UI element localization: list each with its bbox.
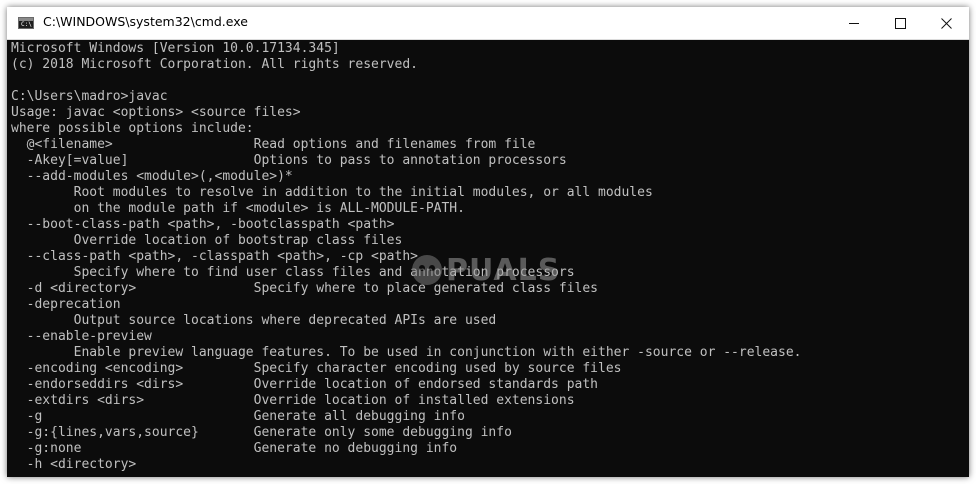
console-line: on the module path if <module> is ALL-MO… [11, 201, 465, 216]
console-line: -g:{lines,vars,source} Generate only som… [11, 425, 512, 440]
console-line: @<filename> Read options and filenames f… [11, 137, 536, 152]
console-line: (c) 2018 Microsoft Corporation. All righ… [11, 57, 418, 72]
console-line: Output source locations where deprecated… [11, 313, 497, 328]
console-line: -g:none Generate no debugging info [11, 441, 458, 456]
vertical-scrollbar[interactable] [966, 40, 969, 477]
console-line: -extdirs <dirs> Override location of ins… [11, 393, 575, 408]
console-line: Root modules to resolve in addition to t… [11, 185, 653, 200]
console-line: --add-modules <module>(,<module>)* [11, 169, 293, 184]
console-line: -encoding <encoding> Specify character e… [11, 361, 622, 376]
cmd-icon[interactable]: C:\ [18, 17, 34, 29]
console-output[interactable]: Microsoft Windows [Version 10.0.17134.34… [7, 40, 969, 477]
close-button[interactable] [923, 7, 969, 39]
console-line: C:\Users\madro>javac [11, 89, 168, 104]
console-line: Usage: javac <options> <source files> [11, 105, 301, 120]
minimize-button[interactable] [831, 7, 877, 39]
window-title: C:\WINDOWS\system32\cmd.exe [43, 14, 248, 29]
console-line: -Akey[=value] Options to pass to annotat… [11, 153, 567, 168]
console-line: Enable preview language features. To be … [11, 345, 802, 360]
minimize-icon [849, 22, 859, 24]
console-line: --boot-class-path <path>, -bootclasspath… [11, 217, 395, 232]
console-line: --enable-preview [11, 329, 152, 344]
close-icon [940, 17, 952, 29]
appuals-watermark: PUALS [412, 237, 602, 303]
title-bar[interactable]: C:\ C:\WINDOWS\system32\cmd.exe [7, 7, 969, 40]
console-line: Microsoft Windows [Version 10.0.17134.34… [11, 41, 340, 56]
console-line: where possible options include: [11, 121, 254, 136]
console-line: -endorseddirs <dirs> Override location o… [11, 377, 598, 392]
console-line: -g Generate all debugging info [11, 409, 465, 424]
cmd-window: C:\ C:\WINDOWS\system32\cmd.exe Microsof… [7, 7, 969, 477]
console-line: -h <directory> [11, 457, 137, 472]
maximize-icon [894, 17, 906, 29]
watermark-text: PUALS [446, 252, 561, 288]
maximize-button[interactable] [877, 7, 923, 39]
appuals-logo [412, 255, 442, 285]
